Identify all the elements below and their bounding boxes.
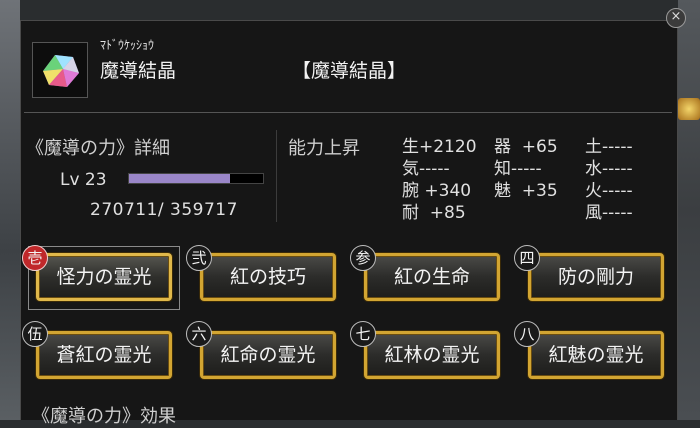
background-left bbox=[0, 0, 20, 420]
slot-badge-8: 八 bbox=[514, 321, 540, 347]
effects-title: 《魔導の力》効果 bbox=[32, 406, 176, 427]
stat-row: 風----- bbox=[585, 203, 633, 223]
stat-row: 器 +65 bbox=[494, 137, 558, 157]
slot-badge-5: 伍 bbox=[22, 321, 48, 347]
aura-button-8[interactable]: 紅魅の霊光 bbox=[528, 331, 664, 379]
stat-row: 腕 +340 bbox=[402, 181, 472, 201]
background-right bbox=[678, 0, 700, 420]
ability-title: 能力上昇 bbox=[288, 138, 360, 159]
stat-row: 知----- bbox=[494, 159, 542, 179]
stat-column-3: 土----- 水----- 火----- 風----- bbox=[585, 136, 633, 224]
exp-bar-fill bbox=[129, 174, 230, 183]
power-detail-title: 《魔導の力》詳細 bbox=[26, 138, 170, 159]
item-bracket-name: 【魔導結晶】 bbox=[292, 60, 407, 82]
stat-row: 水----- bbox=[585, 159, 633, 179]
item-name: 魔導結晶 bbox=[100, 60, 177, 82]
stat-row: 生+2120 bbox=[402, 137, 477, 157]
stat-column-1: 生+2120 気----- 腕 +340 耐 +85 bbox=[402, 136, 477, 224]
slot-badge-1: 壱 bbox=[22, 245, 48, 271]
stat-row: 魅 +35 bbox=[494, 181, 558, 201]
level-label: Lv 23 bbox=[60, 170, 107, 190]
aura-button-4[interactable]: 防の剛力 bbox=[528, 253, 664, 301]
slot-badge-3: 参 bbox=[350, 245, 376, 271]
stat-row: 気----- bbox=[402, 159, 450, 179]
stat-row: 土----- bbox=[585, 137, 633, 157]
side-ornament-icon bbox=[678, 98, 700, 120]
aura-button-1[interactable]: 怪力の霊光 bbox=[36, 253, 172, 301]
crystal-icon bbox=[32, 42, 88, 98]
aura-button-3[interactable]: 紅の生命 bbox=[364, 253, 500, 301]
close-icon[interactable]: × bbox=[666, 8, 686, 28]
item-ruby: ﾏﾄﾞｳｹｯｼｮｳ bbox=[100, 38, 155, 52]
aura-button-5[interactable]: 蒼紅の霊光 bbox=[36, 331, 172, 379]
slot-badge-6: 六 bbox=[186, 321, 212, 347]
slot-badge-7: 七 bbox=[350, 321, 376, 347]
stat-row: 火----- bbox=[585, 181, 633, 201]
stat-column-2: 器 +65 知----- 魅 +35 bbox=[494, 136, 558, 202]
exp-bar bbox=[128, 173, 264, 184]
aura-button-6[interactable]: 紅命の霊光 bbox=[200, 331, 336, 379]
exp-text: 270711/ 359717 bbox=[90, 200, 238, 220]
stat-row: 耐 +85 bbox=[402, 203, 466, 223]
slot-badge-2: 弐 bbox=[186, 245, 212, 271]
vertical-divider bbox=[276, 130, 277, 222]
aura-button-2[interactable]: 紅の技巧 bbox=[200, 253, 336, 301]
aura-button-7[interactable]: 紅林の霊光 bbox=[364, 331, 500, 379]
divider bbox=[24, 112, 672, 113]
slot-badge-4: 四 bbox=[514, 245, 540, 271]
